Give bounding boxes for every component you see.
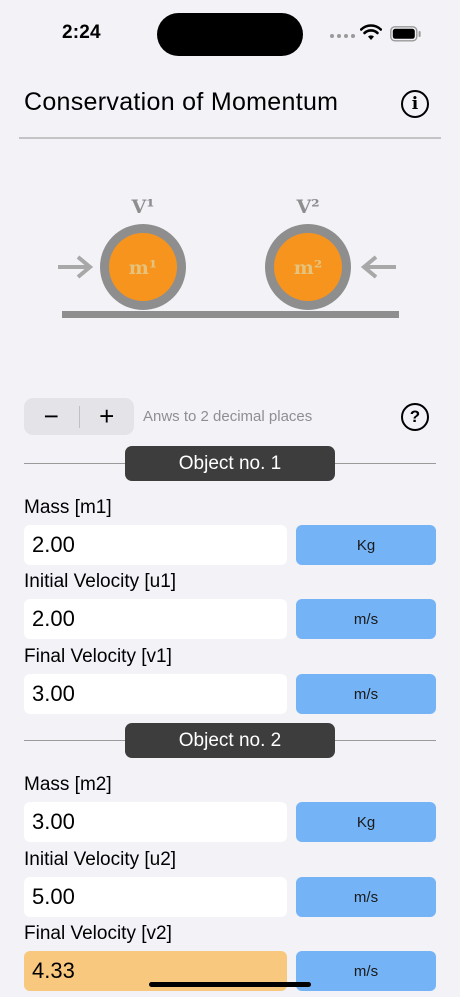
plus-button[interactable]: + — [79, 398, 134, 435]
final-velocity-v2-unit-button[interactable]: m/s — [296, 951, 436, 991]
mass-m1-unit-button[interactable]: Kg — [296, 525, 436, 565]
final-velocity-v1-label: Final Velocity [v1] — [24, 646, 172, 667]
title-divider — [19, 137, 441, 139]
final-velocity-v2-label: Final Velocity [v2] — [24, 923, 172, 944]
dynamic-island — [157, 13, 303, 56]
object1-header: Object no. 1 — [125, 446, 335, 481]
v1-label: V¹ — [130, 196, 154, 218]
battery-icon — [390, 26, 421, 42]
ground-line — [62, 311, 399, 318]
collision-diagram: V¹ V² m¹ m² — [58, 196, 399, 318]
initial-velocity-u1-input[interactable]: 2.00 — [24, 599, 287, 639]
mass-m2-label: Mass [m2] — [24, 774, 112, 795]
status-bar: 2:24 — [0, 0, 460, 70]
initial-velocity-u1-unit-button[interactable]: m/s — [296, 599, 436, 639]
initial-velocity-u1-label: Initial Velocity [u1] — [24, 571, 177, 592]
home-indicator — [149, 982, 311, 987]
page-title: Conservation of Momentum — [24, 88, 339, 116]
initial-velocity-u2-unit-button[interactable]: m/s — [296, 877, 436, 917]
final-velocity-v1-input[interactable]: 3.00 — [24, 674, 287, 714]
left-arrow-icon — [58, 255, 94, 279]
mass-m2-input[interactable]: 3.00 — [24, 802, 287, 842]
mass-m1-label: Mass [m1] — [24, 497, 112, 518]
precision-stepper[interactable]: − + — [24, 398, 134, 435]
object2-header: Object no. 2 — [125, 723, 335, 758]
minus-button[interactable]: − — [24, 398, 79, 435]
info-icon[interactable]: i — [401, 90, 429, 118]
m2-label: m² — [294, 257, 322, 279]
status-time: 2:24 — [62, 22, 101, 43]
help-icon[interactable]: ? — [401, 403, 429, 431]
ball-m1: m¹ — [100, 224, 186, 310]
m1-label: m¹ — [129, 257, 157, 279]
mass-m1-input[interactable]: 2.00 — [24, 525, 287, 565]
ball-m2: m² — [265, 224, 351, 310]
mass-m2-unit-button[interactable]: Kg — [296, 802, 436, 842]
precision-label: Anws to 2 decimal places — [143, 408, 313, 425]
initial-velocity-u2-input[interactable]: 5.00 — [24, 877, 287, 917]
initial-velocity-u2-label: Initial Velocity [u2] — [24, 849, 177, 870]
v2-label: V² — [295, 196, 319, 218]
final-velocity-v1-unit-button[interactable]: m/s — [296, 674, 436, 714]
right-arrow-icon — [360, 255, 396, 279]
wifi-icon — [360, 24, 382, 40]
cellular-signal-icon — [330, 34, 355, 38]
